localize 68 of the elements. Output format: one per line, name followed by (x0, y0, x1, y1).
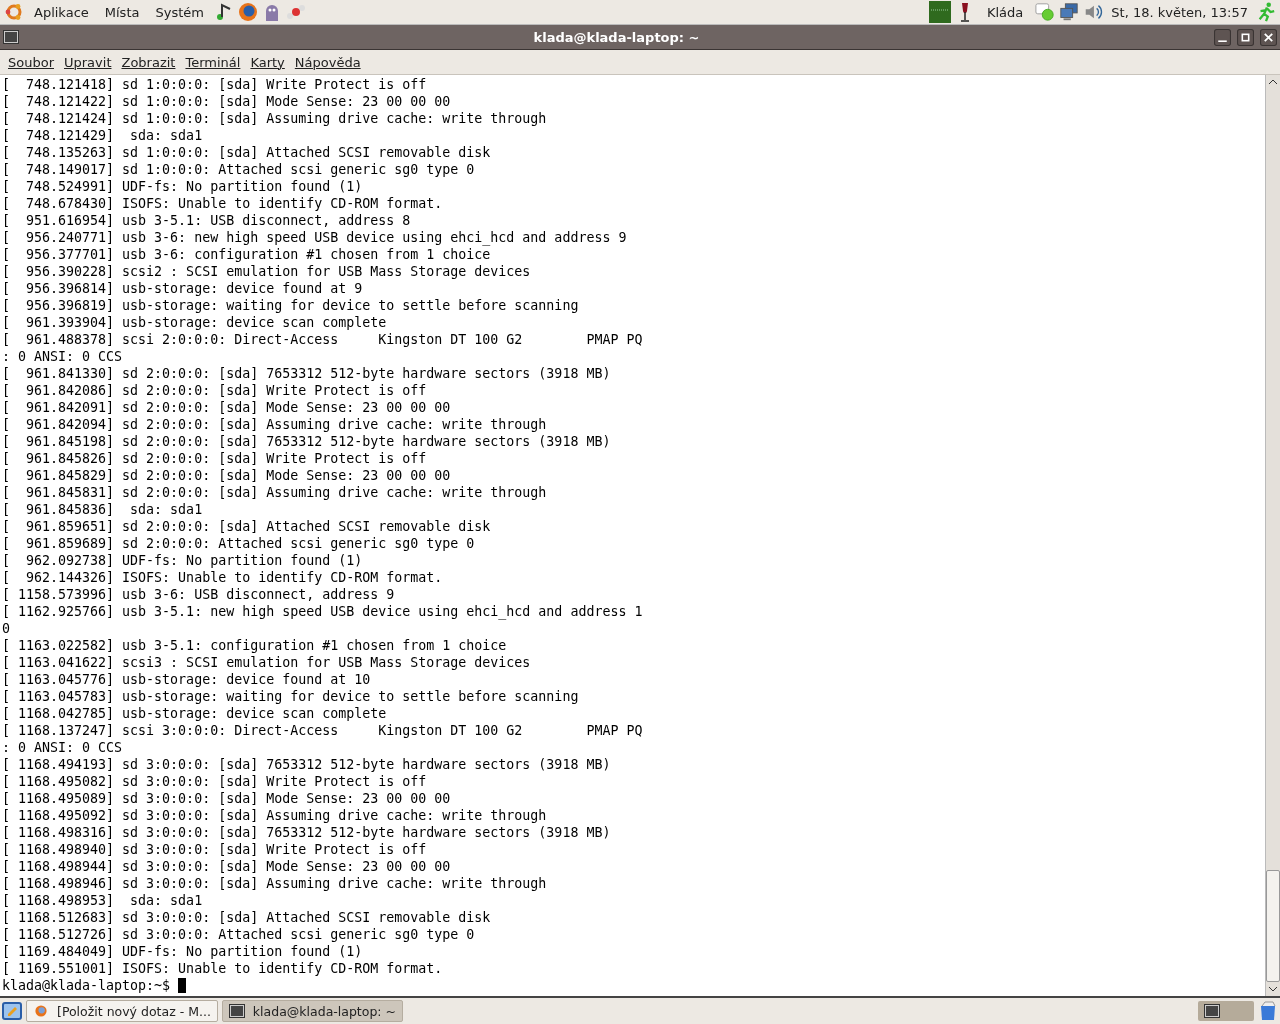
terminal-line: [ 1163.041622] scsi3 : SCSI emulation for USB Mass Storage devices (2, 654, 531, 671)
terminal-line: [ 961.859651] sd 2:0:0:0: [sda] Attached SCSI removable disk (2, 518, 491, 535)
terminal-line: [ 951.616954] usb 3-5.1: USB disconnect, address 8 (2, 212, 411, 229)
taskbar-button[interactable]: klada@klada-laptop: ~ (221, 1000, 403, 1022)
terminal-line: [ 961.842091] sd 2:0:0:0: [sda] Mode Sense: 23 00 00 00 (2, 399, 451, 416)
terminal-line: [ 748.135263] sd 1:0:0:0: [sda] Attached SCSI removable disk (2, 144, 491, 161)
terminal-line: [ 956.377701] usb 3-6: configuration #1 chosen from 1 choice (2, 246, 491, 263)
terminal-line: [ 1168.495089] sd 3:0:0:0: [sda] Mode Sense: 23 00 00 00 (2, 790, 451, 807)
terminal-line: [ 1168.494193] sd 3:0:0:0: [sda] 7653312 512-byte hardware sectors (3918 MB) (2, 756, 611, 773)
menu-item[interactable]: Upravit (59, 54, 117, 70)
panel-menu[interactable]: Aplikace (28, 4, 95, 20)
terminal-line: [ 748.121429] sda: sda1 (2, 127, 203, 144)
menu-item[interactable]: Terminál (180, 54, 246, 70)
terminal-line: [ 956.396819] usb-storage: waiting for device to settle before scanning (2, 297, 579, 314)
terminal-line: [ 1168.498946] sd 3:0:0:0: [sda] Assuming drive cache: write through (2, 875, 547, 892)
terminal-line: [ 748.524991] UDF-fs: No partition found (1) (2, 178, 363, 195)
terminal-line: [ 1163.022582] usb 3-5.1: configuration #1 chosen from 1 choice (2, 637, 507, 654)
terminal-line: [ 956.390228] scsi2 : SCSI emulation for USB Mass Storage devices (2, 263, 531, 280)
menu-item[interactable]: Zobrazit (116, 54, 181, 70)
terminal-line: [ 962.092738] UDF-fs: No partition found (1) (2, 552, 363, 569)
terminal-line: [ 1168.512726] sd 3:0:0:0: Attached scsi generic sg0 type 0 (2, 926, 475, 943)
terminal-line: [ 961.845836] sda: sda1 (2, 501, 203, 518)
user-name[interactable]: Kláda (978, 4, 1032, 20)
menu-item[interactable]: Soubor (3, 54, 59, 70)
terminal-line: [ 1168.498316] sd 3:0:0:0: [sda] 7653312 512-byte hardware sectors (3918 MB) (2, 824, 611, 841)
terminal-line: [ 962.144326] ISOFS: Unable to identify CD-ROM format. (2, 569, 443, 586)
terminal-line: [ 961.859689] sd 2:0:0:0: Attached scsi generic sg0 type 0 (2, 535, 475, 552)
terminal-line: [ 748.121424] sd 1:0:0:0: [sda] Assuming drive cache: write through (2, 110, 547, 127)
terminal-line: [ 748.149017] sd 1:0:0:0: Attached scsi generic sg0 type 0 (2, 161, 475, 178)
taskbar-button[interactable]: [Položit nový dotaz - M... (26, 1000, 218, 1022)
terminal-line: [ 961.488378] scsi 2:0:0:0: Direct-Access Kingston DT 100 G2 PMAP PQ (2, 331, 643, 348)
shell-prompt: klada@klada-laptop:~$ (2, 977, 172, 994)
terminal-line: [ 748.121422] sd 1:0:0:0: [sda] Mode Sense: 23 00 00 00 (2, 93, 451, 110)
panel-menu[interactable]: Systém (149, 4, 210, 20)
terminal-line: [ 1168.498944] sd 3:0:0:0: [sda] Mode Sense: 23 00 00 00 (2, 858, 451, 875)
terminal-line: : 0 ANSI: 0 CCS (2, 739, 123, 756)
terminal-line: [ 1163.045783] usb-storage: waiting for device to settle before scanning (2, 688, 579, 705)
terminal-line: [ 1168.495092] sd 3:0:0:0: [sda] Assuming drive cache: write through (2, 807, 547, 824)
terminal-line: [ 1158.573996] usb 3-6: USB disconnect, address 9 (2, 586, 395, 603)
terminal-line: [ 956.396814] usb-storage: device found at 9 (2, 280, 363, 297)
terminal-line: [ 961.842086] sd 2:0:0:0: [sda] Write Protect is off (2, 382, 427, 399)
terminal-line: [ 1163.045776] usb-storage: device found at 10 (2, 671, 371, 688)
terminal-line: [ 1168.137247] scsi 3:0:0:0: Direct-Access Kingston DT 100 G2 PMAP PQ (2, 722, 643, 739)
menu-item[interactable]: Nápověda (289, 54, 366, 70)
terminal-line: : 0 ANSI: 0 CCS (2, 348, 123, 365)
terminal-line: 0 (2, 620, 10, 637)
terminal-line: [ 961.845829] sd 2:0:0:0: [sda] Mode Sense: 23 00 00 00 (2, 467, 451, 484)
terminal-line: [ 1169.551001] ISOFS: Unable to identify CD-ROM format. (2, 960, 443, 977)
terminal-line: [ 1168.498940] sd 3:0:0:0: [sda] Write Protect is off (2, 841, 427, 858)
terminal-line: [ 961.842094] sd 2:0:0:0: [sda] Assuming drive cache: write through (2, 416, 547, 433)
terminal-line: [ 1162.925766] usb 3-5.1: new high speed USB device using ehci_hcd and address 1 (2, 603, 643, 620)
menu-item[interactable]: Karty (245, 54, 290, 70)
terminal-line: [ 748.121418] sd 1:0:0:0: [sda] Write Protect is off (2, 76, 427, 93)
terminal-line: [ 961.845831] sd 2:0:0:0: [sda] Assuming drive cache: write through (2, 484, 547, 501)
terminal-line: [ 961.841330] sd 2:0:0:0: [sda] 7653312 512-byte hardware sectors (3918 MB) (2, 365, 611, 382)
panel-menu[interactable]: Místa (98, 4, 146, 20)
window-title: klada@klada-laptop: ~ (532, 29, 701, 45)
terminal-line: [ 1168.498953] sda: sda1 (2, 892, 203, 909)
terminal-line: [ 961.845198] sd 2:0:0:0: [sda] 7653312 512-byte hardware sectors (3918 MB) (2, 433, 611, 450)
terminal-line: [ 961.393904] usb-storage: device scan complete (2, 314, 387, 331)
terminal-line: [ 1168.042785] usb-storage: device scan complete (2, 705, 387, 722)
terminal-line: [ 1168.512683] sd 3:0:0:0: [sda] Attached SCSI removable disk (2, 909, 491, 926)
terminal-line: [ 748.678430] ISOFS: Unable to identify CD-ROM format. (2, 195, 443, 212)
terminal-line: [ 956.240771] usb 3-6: new high speed USB device using ehci_hcd and address 9 (2, 229, 627, 246)
terminal-line: [ 961.845826] sd 2:0:0:0: [sda] Write Protect is off (2, 450, 427, 467)
clock[interactable]: St, 18. květen, 13:57 (1107, 4, 1252, 20)
terminal-line: [ 1169.484049] UDF-fs: No partition found (1) (2, 943, 363, 960)
terminal-line: [ 1168.495082] sd 3:0:0:0: [sda] Write Protect is off (2, 773, 427, 790)
